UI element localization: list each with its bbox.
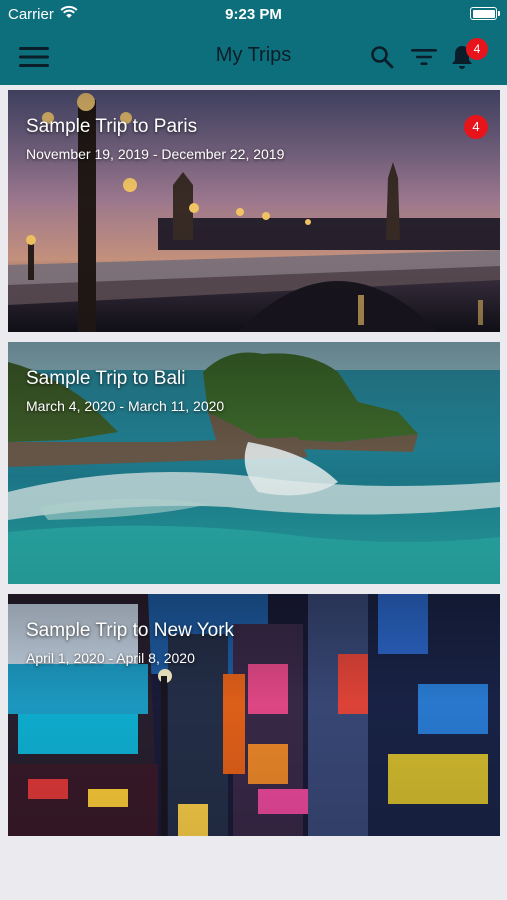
trip-badge: 4	[464, 115, 488, 139]
notification-badge: 4	[466, 38, 488, 60]
trip-dates: April 1, 2020 - April 8, 2020	[26, 650, 195, 666]
trip-card-bali[interactable]: Sample Trip to Bali March 4, 2020 - Marc…	[8, 342, 500, 584]
trip-dates: March 4, 2020 - March 11, 2020	[26, 398, 225, 414]
battery-icon	[470, 7, 500, 20]
filter-icon	[411, 49, 437, 65]
status-bar: Carrier 9:23 PM	[0, 0, 507, 30]
trip-card-new-york[interactable]: Sample Trip to New York April 1, 2020 - …	[8, 594, 500, 836]
search-icon	[371, 46, 394, 69]
trip-title: Sample Trip to New York	[26, 620, 235, 641]
search-button[interactable]	[364, 40, 400, 74]
trip-title: Sample Trip to Paris	[26, 116, 198, 137]
nav-bar: My Trips	[0, 30, 507, 85]
filter-button[interactable]	[406, 40, 442, 74]
trip-title: Sample Trip to Bali	[26, 368, 186, 389]
trip-card-paris[interactable]: Sample Trip to Paris November 19, 2019 -…	[8, 90, 500, 332]
trip-dates: November 19, 2019 - December 22, 2019	[26, 146, 285, 162]
clock: 9:23 PM	[225, 6, 282, 23]
